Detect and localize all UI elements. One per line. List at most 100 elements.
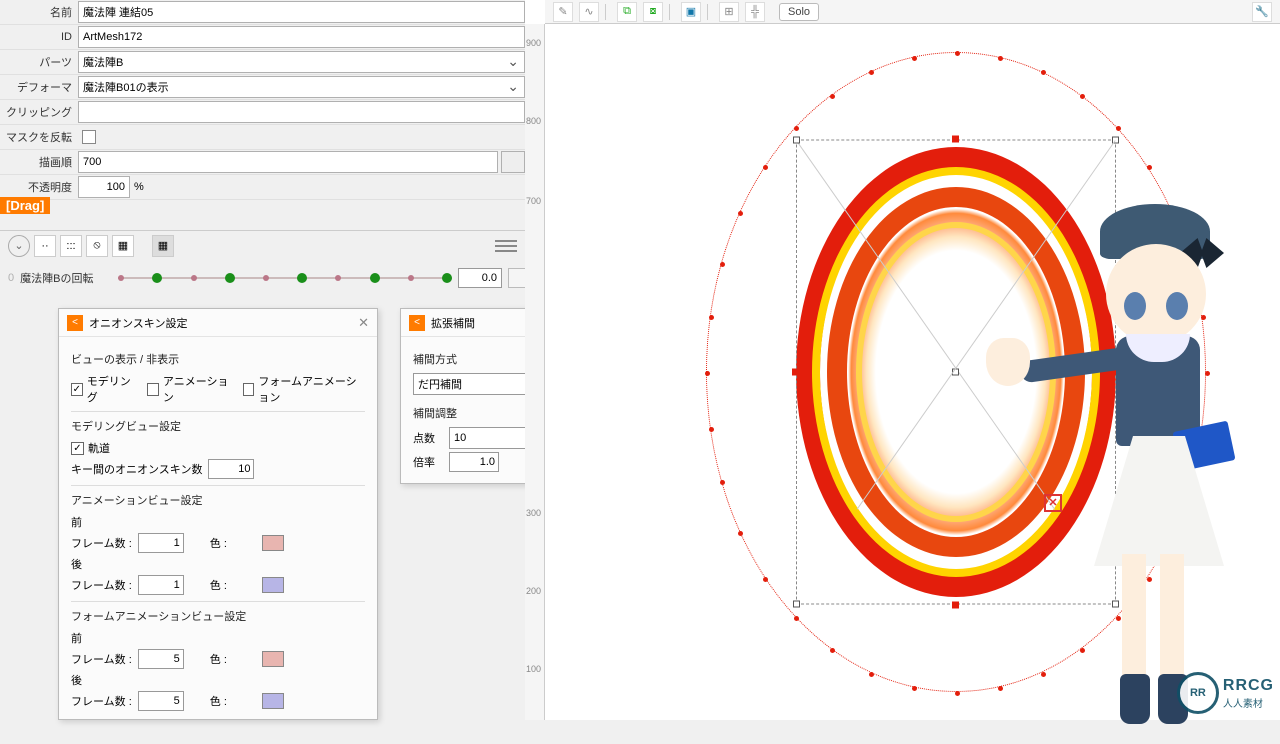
viewport: ✎ ∿ ⧉ ⧇ ▣ ⊞ ╬ Solo 🔧 900 800 700 300 200… xyxy=(525,0,1280,720)
draw-order-extra-button[interactable] xyxy=(501,151,525,173)
deformer-point[interactable] xyxy=(738,211,743,216)
canvas[interactable]: ✕ xyxy=(549,24,1280,720)
deformer-point[interactable] xyxy=(998,686,1003,691)
param-tool-4[interactable]: ▦ xyxy=(112,235,134,257)
onion-title: オニオンスキン設定 xyxy=(89,315,187,331)
collapse-button[interactable]: ⌄ xyxy=(8,235,30,257)
draw-order-input[interactable] xyxy=(78,151,498,173)
back-icon-2[interactable]: < xyxy=(409,315,425,331)
deformer-point[interactable] xyxy=(1147,165,1152,170)
deformer-point[interactable] xyxy=(763,577,768,582)
deformer-point[interactable] xyxy=(869,70,874,75)
character-model[interactable] xyxy=(1050,204,1270,744)
deformer-point[interactable] xyxy=(1080,94,1085,99)
param-tool-5[interactable]: ▦ xyxy=(152,235,174,257)
deformer-point[interactable] xyxy=(830,648,835,653)
points-label: 点数 xyxy=(413,430,443,446)
tool-grid2-icon[interactable]: ╬ xyxy=(745,2,765,22)
before-label: 前 xyxy=(71,514,365,530)
param-menu-button[interactable] xyxy=(495,235,517,257)
ruler-vertical: 900 800 700 300 200 100 xyxy=(525,24,545,720)
after-label: 後 xyxy=(71,556,365,572)
chk-animation[interactable]: アニメーション xyxy=(147,373,230,405)
watermark-badge: RR xyxy=(1177,672,1219,714)
handle-tc[interactable] xyxy=(952,136,959,143)
form-before-frames[interactable] xyxy=(138,649,184,669)
color-label-3: 色 : xyxy=(210,651,256,667)
deformer-point[interactable] xyxy=(720,262,725,267)
tool-grid-icon[interactable]: ⊞ xyxy=(719,2,739,22)
invert-mask-checkbox[interactable] xyxy=(82,130,96,144)
color-label-4: 色 : xyxy=(210,693,256,709)
param-tool-1[interactable]: ·· xyxy=(34,235,56,257)
handle-bc[interactable] xyxy=(952,602,959,609)
form-after-color[interactable] xyxy=(262,693,284,709)
parts-select[interactable] xyxy=(78,51,525,73)
chk-track[interactable]: 軌道 xyxy=(71,440,365,456)
deformer-point[interactable] xyxy=(955,691,960,696)
handle-lc[interactable] xyxy=(792,368,799,375)
deformer-point[interactable] xyxy=(738,531,743,536)
parameter-row: 0 魔法陣Bの回転 0.0 ▾ xyxy=(0,266,600,290)
clipping-input[interactable] xyxy=(78,101,525,123)
before-label-2: 前 xyxy=(71,630,365,646)
watermark: RR RRCG 人人素材 xyxy=(1177,672,1274,714)
anim-after-frames[interactable] xyxy=(138,575,184,595)
deformer-point[interactable] xyxy=(912,56,917,61)
close-icon[interactable]: ✕ xyxy=(358,315,369,331)
param-value[interactable]: 0.0 xyxy=(458,268,502,288)
deformer-point[interactable] xyxy=(869,672,874,677)
ratio-input[interactable] xyxy=(449,452,499,472)
anim-before-frames[interactable] xyxy=(138,533,184,553)
deformer-point[interactable] xyxy=(794,616,799,621)
param-slider[interactable] xyxy=(118,275,452,281)
form-after-frames[interactable] xyxy=(138,691,184,711)
deformer-point[interactable] xyxy=(1041,672,1046,677)
deformer-point[interactable] xyxy=(709,315,714,320)
tool-curve-icon[interactable]: ∿ xyxy=(579,2,599,22)
chk-modeling[interactable]: モデリング xyxy=(71,373,135,405)
tool-lasso-icon[interactable]: ✎ xyxy=(553,2,573,22)
name-input[interactable] xyxy=(78,1,525,23)
tool-snap-icon[interactable]: ▣ xyxy=(681,2,701,22)
deformer-point[interactable] xyxy=(794,126,799,131)
modeling-section: モデリングビュー設定 xyxy=(71,418,365,434)
param-tool-3[interactable]: ⦸ xyxy=(86,235,108,257)
deformer-select[interactable] xyxy=(78,76,525,98)
id-input[interactable] xyxy=(78,26,525,48)
deformer-label: デフォーマ xyxy=(0,79,78,95)
deformer-point[interactable] xyxy=(763,165,768,170)
tool-green2-icon[interactable]: ⧇ xyxy=(643,2,663,22)
tool-wrench-icon[interactable]: 🔧 xyxy=(1252,2,1272,22)
deformer-point[interactable] xyxy=(998,56,1003,61)
deformer-point[interactable] xyxy=(830,94,835,99)
between-input[interactable] xyxy=(208,459,254,479)
deformer-point[interactable] xyxy=(705,371,710,376)
solo-button[interactable]: Solo xyxy=(779,3,819,21)
anim-before-color[interactable] xyxy=(262,535,284,551)
drag-tag[interactable]: [Drag] xyxy=(0,197,50,214)
anim-after-color[interactable] xyxy=(262,577,284,593)
deformer-point[interactable] xyxy=(955,51,960,56)
view-toggle-label: ビューの表示 / 非表示 xyxy=(71,351,365,367)
back-icon[interactable]: < xyxy=(67,315,83,331)
opacity-input[interactable] xyxy=(78,176,130,198)
handle-center[interactable] xyxy=(952,368,959,375)
between-label: キー間のオニオンスキン数 xyxy=(71,461,202,477)
viewport-toolbar: ✎ ∿ ⧉ ⧇ ▣ ⊞ ╬ Solo 🔧 xyxy=(545,0,1280,24)
tool-green-icon[interactable]: ⧉ xyxy=(617,2,637,22)
interp-title: 拡張補間 xyxy=(431,315,475,331)
param-tool-2[interactable]: ::: xyxy=(60,235,82,257)
chk-form-animation[interactable]: フォームアニメーション xyxy=(243,373,365,405)
handle-tr[interactable] xyxy=(1112,137,1119,144)
form-before-color[interactable] xyxy=(262,651,284,667)
param-index: 0 xyxy=(8,272,14,284)
deformer-point[interactable] xyxy=(912,686,917,691)
handle-bl[interactable] xyxy=(793,601,800,608)
deformer-point[interactable] xyxy=(1116,126,1121,131)
handle-tl[interactable] xyxy=(793,137,800,144)
deformer-point[interactable] xyxy=(720,480,725,485)
deformer-point[interactable] xyxy=(1041,70,1046,75)
color-label-1: 色 : xyxy=(210,535,256,551)
deformer-point[interactable] xyxy=(709,427,714,432)
